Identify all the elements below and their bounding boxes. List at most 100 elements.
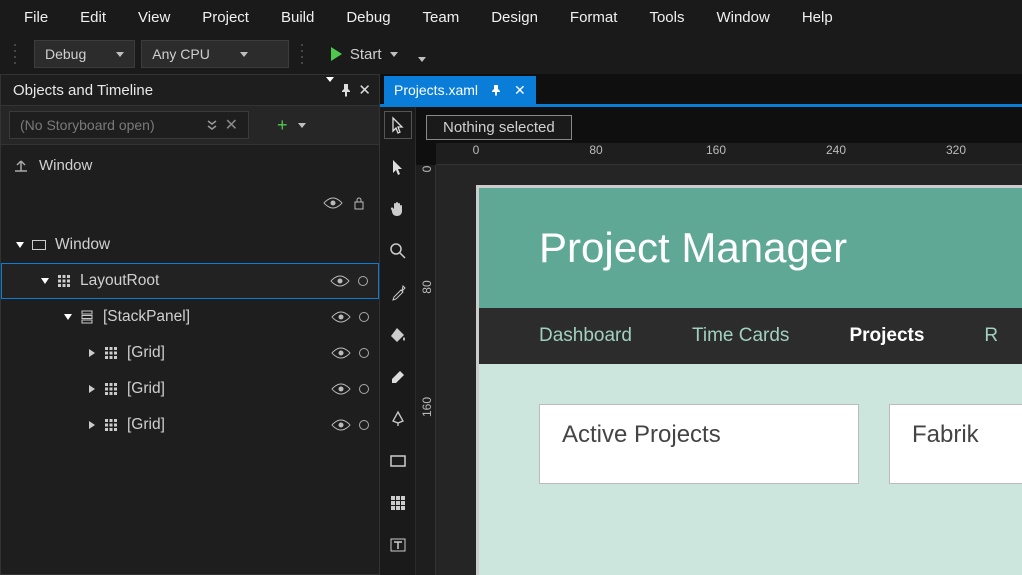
tree-label: [Grid] <box>127 380 165 398</box>
stackpanel-icon <box>79 310 95 324</box>
preview-header: Project Manager <box>479 188 1022 308</box>
tree-item-grid[interactable]: [Grid] <box>1 371 379 407</box>
ruler-tick-label: 80 <box>420 272 434 302</box>
expander-icon[interactable] <box>89 385 95 393</box>
chevron-down-icon <box>390 52 398 57</box>
direct-select-tool-icon[interactable] <box>384 153 412 181</box>
horizontal-ruler[interactable]: 0 80 160 240 320 <box>436 143 1022 165</box>
app-preview: Project Manager Dashboard Time Cards Pro… <box>476 185 1022 575</box>
ruler-tick-label: 0 <box>473 143 480 157</box>
expander-icon[interactable] <box>89 349 95 357</box>
menu-file[interactable]: File <box>8 3 64 32</box>
ruler-tick-label: 80 <box>589 143 602 157</box>
scope-up-icon[interactable] <box>13 157 29 173</box>
objects-timeline-panel: Objects and Timeline ✕ (No Storyboard op… <box>0 74 380 575</box>
preview-card: Fabrik <box>889 404 1022 484</box>
expander-icon[interactable] <box>64 314 72 320</box>
paint-bucket-tool-icon[interactable] <box>384 321 412 349</box>
tree-item-stackpanel[interactable]: [StackPanel] <box>1 299 379 335</box>
menu-debug[interactable]: Debug <box>330 3 406 32</box>
toolbar-grip-icon[interactable] <box>14 44 22 64</box>
record-icon[interactable] <box>358 276 368 286</box>
preview-title: Project Manager <box>539 224 847 272</box>
close-tab-icon[interactable]: ✕ <box>514 82 526 99</box>
preview-nav-item[interactable]: Time Cards <box>692 325 789 347</box>
start-button[interactable]: Start <box>321 40 408 68</box>
design-canvas[interactable]: Project Manager Dashboard Time Cards Pro… <box>436 165 1022 575</box>
menu-build[interactable]: Build <box>265 3 330 32</box>
scope-label: Window <box>39 157 92 174</box>
pointer-tool-icon[interactable] <box>384 111 412 139</box>
eye-icon[interactable] <box>331 311 351 323</box>
tree-item-window[interactable]: Window <box>1 227 379 263</box>
tree-item-layoutroot[interactable]: LayoutRoot <box>1 263 379 299</box>
panel-title: Objects and Timeline <box>13 82 153 99</box>
menu-design[interactable]: Design <box>475 3 554 32</box>
menu-window[interactable]: Window <box>700 3 785 32</box>
config-label: Debug <box>45 46 86 62</box>
config-combo[interactable]: Debug <box>34 40 135 68</box>
pin-icon[interactable] <box>340 83 352 97</box>
eye-icon[interactable] <box>331 419 351 431</box>
chevron-down-icon <box>240 52 248 57</box>
eyedropper-tool-icon[interactable] <box>384 279 412 307</box>
panel-menu-icon[interactable] <box>326 82 334 99</box>
record-icon[interactable] <box>359 312 369 322</box>
record-icon[interactable] <box>359 384 369 394</box>
selection-indicator: Nothing selected <box>426 115 572 140</box>
pan-tool-icon[interactable] <box>384 195 412 223</box>
document-tab[interactable]: Projects.xaml ✕ <box>384 76 536 104</box>
ruler-tick-label: 240 <box>826 143 846 157</box>
eye-icon[interactable] <box>323 197 343 209</box>
tree-label: [StackPanel] <box>103 308 190 326</box>
storyboard-combo[interactable]: (No Storyboard open) ✕ <box>9 111 249 139</box>
close-storyboard-icon[interactable]: ✕ <box>225 115 238 135</box>
expander-icon[interactable] <box>89 421 95 429</box>
expander-icon[interactable] <box>16 242 24 248</box>
menu-format[interactable]: Format <box>554 3 634 32</box>
expander-icon[interactable] <box>41 278 49 284</box>
record-icon[interactable] <box>359 348 369 358</box>
chevron-double-down-icon[interactable] <box>205 118 219 132</box>
preview-nav-item[interactable]: R <box>984 325 998 347</box>
eraser-tool-icon[interactable] <box>384 363 412 391</box>
eye-icon[interactable] <box>330 275 350 287</box>
platform-combo[interactable]: Any CPU <box>141 40 289 68</box>
pin-icon[interactable] <box>490 84 502 96</box>
tree-item-grid[interactable]: [Grid] <box>1 407 379 443</box>
menu-team[interactable]: Team <box>407 3 476 32</box>
menu-tools[interactable]: Tools <box>633 3 700 32</box>
toolbar-overflow-icon[interactable] <box>418 57 426 62</box>
menu-view[interactable]: View <box>122 3 186 32</box>
tree-item-grid[interactable]: [Grid] <box>1 335 379 371</box>
platform-label: Any CPU <box>152 46 210 62</box>
object-tree: Window LayoutRoot [StackPanel] <box>1 221 379 574</box>
eye-icon[interactable] <box>331 347 351 359</box>
vertical-ruler[interactable]: 0 80 160 <box>416 165 436 575</box>
lock-icon[interactable] <box>353 196 365 210</box>
tab-label: Projects.xaml <box>394 82 478 98</box>
eye-icon[interactable] <box>331 383 351 395</box>
preview-nav: Dashboard Time Cards Projects R <box>479 308 1022 364</box>
chevron-down-icon <box>116 52 124 57</box>
pen-tool-icon[interactable] <box>384 405 412 433</box>
record-icon[interactable] <box>359 420 369 430</box>
chevron-down-icon[interactable] <box>298 123 306 128</box>
storyboard-label: (No Storyboard open) <box>20 117 155 133</box>
menu-help[interactable]: Help <box>786 3 849 32</box>
preview-nav-item[interactable]: Projects <box>849 325 924 347</box>
rectangle-tool-icon[interactable] <box>384 447 412 475</box>
grid-icon <box>103 382 119 396</box>
toolbar-grip-icon[interactable] <box>301 44 309 64</box>
menu-project[interactable]: Project <box>186 3 265 32</box>
zoom-tool-icon[interactable] <box>384 237 412 265</box>
preview-nav-item[interactable]: Dashboard <box>539 325 632 347</box>
tree-label: [Grid] <box>127 416 165 434</box>
menu-edit[interactable]: Edit <box>64 3 122 32</box>
add-storyboard-icon[interactable]: + <box>277 115 288 136</box>
close-icon[interactable]: ✕ <box>358 81 371 99</box>
layout-tool-icon[interactable] <box>384 489 412 517</box>
preview-card: Active Projects <box>539 404 859 484</box>
scope-row: Window <box>1 145 379 185</box>
text-tool-icon[interactable] <box>384 531 412 559</box>
